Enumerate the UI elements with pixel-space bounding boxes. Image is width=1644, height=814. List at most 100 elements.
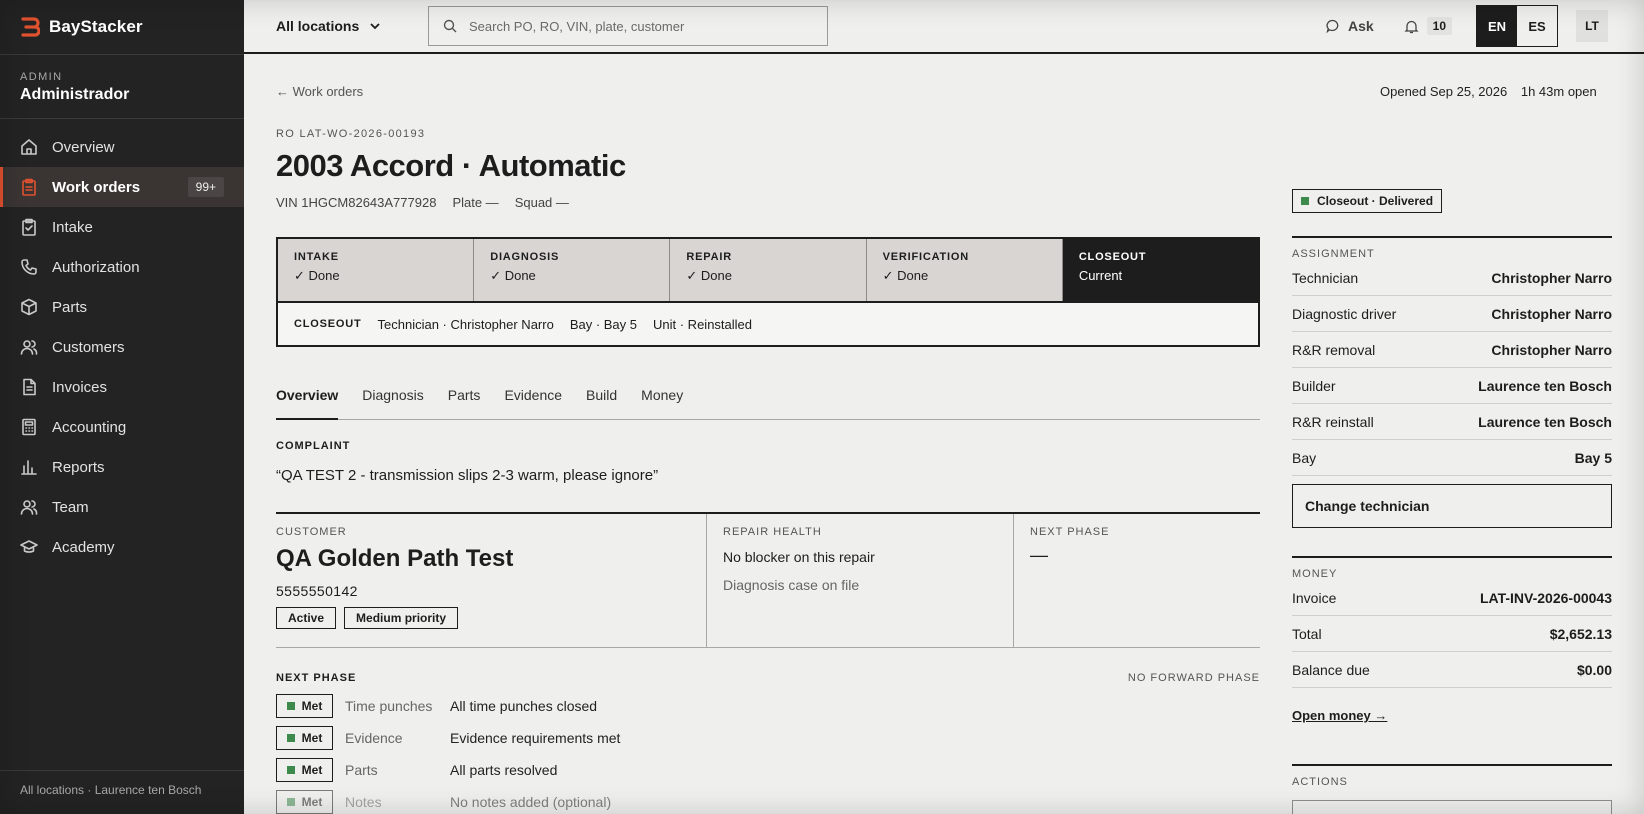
app-name: BayStacker <box>49 17 143 36</box>
topbar-actions: Ask 10 EN ES LT <box>1326 0 1644 52</box>
location-select[interactable]: All locations <box>276 18 416 34</box>
sidebar-item-academy[interactable]: Academy <box>0 527 244 567</box>
tab-diagnosis[interactable]: Diagnosis <box>362 379 423 420</box>
next-phase-label: NEXT PHASE <box>276 672 357 684</box>
users-icon <box>20 500 38 515</box>
sidebar-item-reports[interactable]: Reports <box>0 447 244 487</box>
requirement-value: Evidence requirements met <box>450 730 621 746</box>
back-link[interactable]: ← Work orders <box>276 84 363 99</box>
met-badge: Met <box>276 726 333 750</box>
closeout-summary: CLOSEOUT Technician · Christopher Narro … <box>278 301 1258 345</box>
requirement-row: Met Time punches All time punches closed <box>276 694 876 718</box>
notifications-button[interactable]: 10 <box>1404 17 1452 35</box>
topbar: All locations Search PO, RO, VIN, plate,… <box>244 0 1644 54</box>
role-block: ADMIN Administrador <box>0 54 244 119</box>
location-label: All locations <box>276 18 360 34</box>
phase-label: INTAKE <box>294 251 339 263</box>
row-value: $0.00 <box>1576 661 1612 678</box>
sidebar-item-label: Parts <box>52 298 88 316</box>
requirement-key: Evidence <box>345 730 403 746</box>
phase-status: ✓ Done <box>490 268 536 283</box>
phone-icon <box>21 259 37 275</box>
met-label: Met <box>301 795 323 809</box>
customer-phone: 5555550142 <box>276 583 358 599</box>
tab-build[interactable]: Build <box>586 379 617 420</box>
tab-money[interactable]: Money <box>641 379 683 420</box>
sidebar-item-team[interactable]: Team <box>0 487 244 527</box>
open-money-link[interactable]: Open money → <box>1292 708 1612 723</box>
brand[interactable]: BayStacker <box>0 0 244 54</box>
assignment-title: ASSIGNMENT <box>1292 248 1375 260</box>
phase-status: ✓ Done <box>882 268 929 283</box>
phase-label: REPAIR <box>686 251 732 263</box>
assignment-row: Diagnostic driver Christopher Narro <box>1292 296 1612 332</box>
role-title: Administrador <box>20 86 130 103</box>
requirement-row: Met Parts All parts resolved <box>276 758 876 782</box>
phase-verification[interactable]: VERIFICATION ✓ Done <box>866 239 1063 301</box>
phase-label: VERIFICATION <box>882 251 970 263</box>
phase-status: ✓ Done <box>686 268 732 283</box>
page-title: 2003 Accord · Automatic <box>276 148 626 183</box>
tab-overview[interactable]: Overview <box>276 379 339 420</box>
phase-repair[interactable]: REPAIR ✓ Done <box>670 239 867 301</box>
next-phase-card-value: — <box>1030 545 1048 565</box>
phase-diagnosis[interactable]: DIAGNOSIS ✓ Done <box>474 239 671 301</box>
phase-status: ✓ Done <box>294 268 340 283</box>
row-value: LAT-INV-2026-00043 <box>1479 589 1612 606</box>
sidebar-item-label: Customers <box>52 338 125 356</box>
sidebar-item-parts[interactable]: Parts <box>0 287 244 327</box>
ask-button[interactable]: Ask <box>1326 18 1374 34</box>
sidebar-item-intake[interactable]: Intake <box>0 207 244 247</box>
row-key: Builder <box>1292 377 1336 394</box>
phase-intake[interactable]: INTAKE ✓ Done <box>278 239 475 301</box>
requirement-key: Time punches <box>345 698 433 714</box>
met-square-icon <box>286 702 295 710</box>
sidebar-item-customers[interactable]: Customers <box>0 327 244 367</box>
phase-closeout[interactable]: CLOSEOUT Current <box>1062 239 1259 301</box>
status-badge: Active <box>276 607 337 629</box>
users-icon <box>20 340 38 355</box>
search-icon <box>443 19 457 33</box>
change-technician-button[interactable]: Change technician <box>1292 484 1612 528</box>
customer-name[interactable]: QA Golden Path Test <box>276 545 706 573</box>
lang-en-button[interactable]: EN <box>1477 6 1517 46</box>
tab-parts[interactable]: Parts <box>448 379 481 420</box>
actions-title: ACTIONS <box>1292 776 1348 788</box>
sidebar-item-accounting[interactable]: Accounting <box>0 407 244 447</box>
sidebar-item-invoices[interactable]: Invoices <box>0 367 244 407</box>
search-placeholder: Search PO, RO, VIN, plate, customer <box>469 18 685 34</box>
priority-badge: Medium priority <box>344 607 459 629</box>
complaint-label: COMPLAINT <box>276 440 351 452</box>
sidebar-item-work-orders[interactable]: Work orders 99+ <box>0 167 244 207</box>
next-phase-card-label: NEXT PHASE <box>1030 526 1110 538</box>
no-forward-phase: NO FORWARD PHASE <box>1127 672 1260 684</box>
repair-health-status: No blocker on this repair <box>723 549 875 565</box>
language-toggle: EN ES <box>1476 5 1558 47</box>
sidebar-item-label: Intake <box>52 218 93 236</box>
closeout-label: CLOSEOUT <box>294 318 362 330</box>
graduation-cap-icon <box>20 540 38 553</box>
ask-label: Ask <box>1347 18 1374 34</box>
bar-chart-icon <box>21 460 37 475</box>
sidebar-item-overview[interactable]: Overview <box>0 127 244 167</box>
actions-box[interactable] <box>1292 800 1612 814</box>
assignment-row: R&R removal Christopher Narro <box>1292 332 1612 368</box>
chat-bubble-icon <box>1326 19 1339 33</box>
sidebar-item-authorization[interactable]: Authorization <box>0 247 244 287</box>
vehicle-meta: VIN 1HGCM82643A777928 Plate — Squad — <box>276 195 569 210</box>
money-row: Total $2,652.13 <box>1292 616 1612 652</box>
avatar[interactable]: LT <box>1576 10 1608 42</box>
clipboard-icon <box>22 178 36 196</box>
summary-cards: CUSTOMER QA Golden Path Test 5555550142 … <box>276 512 1260 648</box>
sidebar-footer: All locations · Laurence ten Bosch <box>0 770 244 814</box>
assignment-row: Technician Christopher Narro <box>1292 260 1612 296</box>
row-value: Bay 5 <box>1574 449 1612 466</box>
status-badge: Closeout · Delivered <box>1292 189 1443 213</box>
met-badge: Met <box>276 694 333 718</box>
requirement-row: Met Evidence Evidence requirements met <box>276 726 876 750</box>
tab-evidence[interactable]: Evidence <box>504 379 562 420</box>
search-input[interactable]: Search PO, RO, VIN, plate, customer <box>428 6 828 46</box>
lang-es-button[interactable]: ES <box>1517 6 1557 46</box>
met-label: Met <box>301 763 323 777</box>
status-label: Closeout · Delivered <box>1317 194 1434 208</box>
